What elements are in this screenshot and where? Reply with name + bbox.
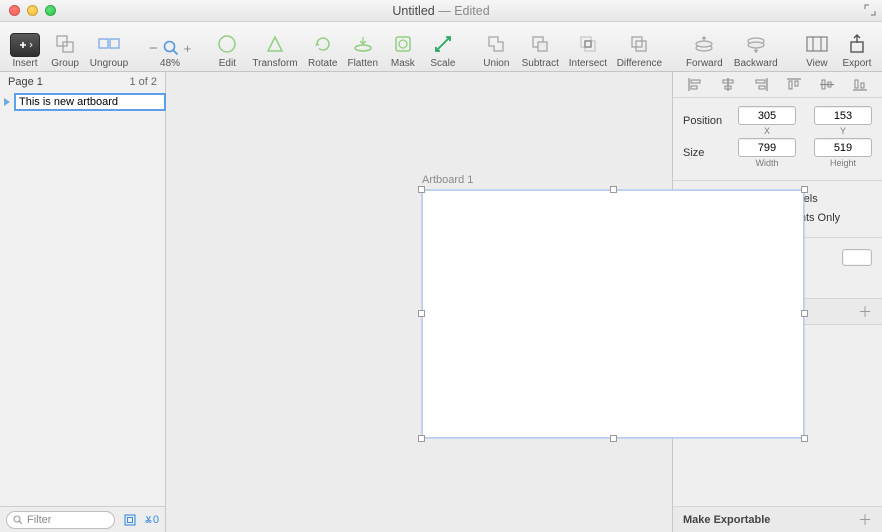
ungroup-button[interactable]: Ungroup: [86, 23, 132, 69]
toolbar: Insert Group Ungroup − + 48% Edit Transf…: [0, 22, 882, 72]
intersect-icon: [575, 31, 601, 57]
search-icon: [13, 515, 23, 525]
add-exportable-icon[interactable]: ＋: [858, 510, 872, 530]
view-icon: [804, 31, 830, 57]
background-color-swatch[interactable]: [842, 249, 872, 266]
export-icon: [844, 31, 870, 57]
position-x-input[interactable]: [738, 106, 796, 125]
align-hcenter-icon[interactable]: [719, 77, 737, 93]
align-bottom-icon[interactable]: [851, 77, 869, 93]
disclosure-triangle-icon[interactable]: [4, 98, 10, 106]
union-icon: [483, 31, 509, 57]
subtract-button[interactable]: Subtract: [517, 23, 563, 69]
window-title: Untitled — Edited: [0, 4, 882, 18]
resize-handle-bl[interactable]: [418, 435, 425, 442]
align-top-icon[interactable]: [785, 77, 803, 93]
backward-icon: [743, 31, 769, 57]
scale-button[interactable]: Scale: [424, 23, 462, 69]
union-button[interactable]: Union: [477, 23, 515, 69]
forward-button[interactable]: Forward: [681, 23, 727, 69]
artboard[interactable]: [422, 190, 804, 438]
slice-count[interactable]: 0: [145, 513, 159, 527]
alignment-row: [673, 72, 882, 98]
geometry-section: Position X Y Size Wid: [673, 98, 882, 181]
minimize-window-button[interactable]: [27, 5, 38, 16]
forward-icon: [691, 31, 717, 57]
align-vcenter-icon[interactable]: [818, 77, 836, 93]
mask-button[interactable]: Mask: [384, 23, 422, 69]
ungroup-icon: [96, 31, 122, 57]
close-window-button[interactable]: [9, 5, 20, 16]
group-icon: [52, 31, 78, 57]
resize-handle-tl[interactable]: [418, 186, 425, 193]
zoom-out-icon[interactable]: −: [149, 40, 158, 57]
align-right-icon[interactable]: [752, 77, 770, 93]
window-controls: [0, 5, 56, 16]
layer-row-artboard[interactable]: [0, 92, 165, 112]
edited-indicator: Edited: [454, 4, 489, 18]
resize-handle-bm[interactable]: [610, 435, 617, 442]
layers-panel: Page 1 1 of 2 Filter 0: [0, 72, 166, 532]
resize-handle-tm[interactable]: [610, 186, 617, 193]
page-name: Page 1: [8, 76, 43, 88]
export-button[interactable]: Export: [838, 23, 876, 69]
insert-button[interactable]: Insert: [6, 23, 44, 69]
filter-bar: Filter 0: [0, 506, 165, 532]
flatten-icon: [350, 31, 376, 57]
resize-handle-mr[interactable]: [801, 310, 808, 317]
difference-icon: [626, 31, 652, 57]
difference-button[interactable]: Difference: [613, 23, 666, 69]
titlebar: Untitled — Edited: [0, 0, 882, 22]
flatten-button[interactable]: Flatten: [344, 23, 382, 69]
slice-layers-icon[interactable]: [123, 513, 137, 527]
fullscreen-icon[interactable]: [864, 4, 876, 16]
position-label: Position: [683, 115, 738, 127]
document-name: Untitled: [392, 4, 434, 18]
add-export-icon[interactable]: ＋: [858, 302, 872, 322]
transform-icon: [262, 31, 288, 57]
align-left-icon[interactable]: [686, 77, 704, 93]
zoom-window-button[interactable]: [45, 5, 56, 16]
view-button[interactable]: View: [798, 23, 836, 69]
group-button[interactable]: Group: [46, 23, 84, 69]
resize-handle-tr[interactable]: [801, 186, 808, 193]
pencil-icon: [214, 31, 240, 57]
page-count: 1 of 2: [129, 76, 157, 88]
make-exportable-header[interactable]: Make Exportable ＋: [673, 506, 882, 532]
zoom-in-icon[interactable]: +: [184, 41, 192, 56]
rotate-icon: [310, 31, 336, 57]
filter-input[interactable]: Filter: [6, 511, 115, 529]
mask-icon: [390, 31, 416, 57]
position-y-input[interactable]: [814, 106, 872, 125]
scale-icon: [430, 31, 456, 57]
height-input[interactable]: [814, 138, 872, 157]
zoom-control[interactable]: − + 48%: [147, 23, 193, 69]
canvas[interactable]: Artboard 1: [166, 72, 672, 532]
size-label: Size: [683, 147, 738, 159]
plus-icon: [10, 33, 40, 57]
artboard-label[interactable]: Artboard 1: [422, 174, 473, 186]
rotate-button[interactable]: Rotate: [304, 23, 342, 69]
resize-handle-br[interactable]: [801, 435, 808, 442]
intersect-button[interactable]: Intersect: [565, 23, 611, 69]
subtract-icon: [527, 31, 553, 57]
page-selector[interactable]: Page 1 1 of 2: [0, 72, 165, 92]
backward-button[interactable]: Backward: [729, 23, 782, 69]
edit-button[interactable]: Edit: [208, 23, 246, 69]
width-input[interactable]: [738, 138, 796, 157]
layer-rename-input[interactable]: [14, 93, 166, 111]
magnifier-icon: [162, 39, 180, 57]
resize-handle-ml[interactable]: [418, 310, 425, 317]
transform-button[interactable]: Transform: [248, 23, 301, 69]
